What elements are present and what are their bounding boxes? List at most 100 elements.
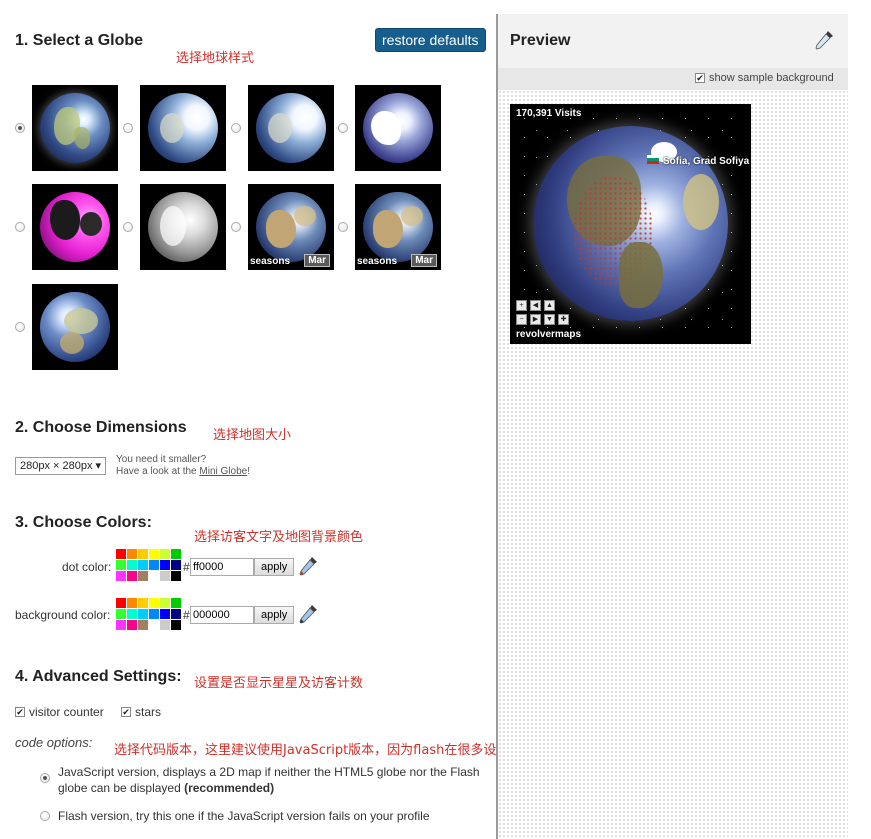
rotate-left-icon[interactable]: ◀	[530, 300, 541, 311]
color-swatch[interactable]	[160, 620, 170, 630]
preview-globe-map[interactable]: 170,391 Visits Sofia, Grad Sofiya + ◀ ▲ …	[510, 104, 751, 344]
color-swatch[interactable]	[160, 609, 170, 619]
rotate-up-icon[interactable]: ▲	[544, 300, 555, 311]
background-color-apply-button[interactable]: apply	[254, 606, 295, 624]
background-color-input[interactable]	[190, 606, 254, 624]
globe-thumbnail	[363, 93, 433, 163]
stars-checkbox[interactable]: ✔	[121, 707, 131, 717]
visitor-location: Sofia, Grad Sofiya	[663, 156, 750, 167]
revolvermaps-brand: revolvermaps	[516, 329, 582, 340]
globe-style-option-3[interactable]	[248, 85, 334, 171]
color-swatch[interactable]	[138, 620, 148, 630]
color-swatch[interactable]	[149, 571, 159, 581]
color-swatch[interactable]	[116, 609, 126, 619]
background-color-palette[interactable]	[116, 598, 182, 630]
dot-color-apply-button[interactable]: apply	[254, 558, 295, 576]
color-swatch[interactable]	[149, 549, 159, 559]
color-swatch[interactable]	[116, 620, 126, 630]
flash-version-option: Flash version, try this one if the JavaS…	[58, 809, 430, 823]
annotation-globe-style: 选择地球样式	[176, 51, 255, 66]
flash-version-radio[interactable]	[40, 811, 50, 821]
color-swatch[interactable]	[138, 609, 148, 619]
color-swatch[interactable]	[116, 560, 126, 570]
globe-style-radio-2[interactable]	[123, 123, 133, 133]
color-swatch[interactable]	[138, 549, 148, 559]
rotate-down-icon[interactable]: ▼	[544, 314, 555, 325]
color-swatch[interactable]	[138, 560, 148, 570]
color-swatch[interactable]	[127, 560, 137, 570]
color-swatch[interactable]	[171, 571, 181, 581]
globe-style-radio-4[interactable]	[338, 123, 348, 133]
seasons-label: seasons	[250, 256, 291, 267]
color-swatch[interactable]	[171, 549, 181, 559]
visits-counter: 170,391 Visits	[516, 108, 582, 119]
dot-color-input[interactable]	[190, 558, 254, 576]
rotate-right-icon[interactable]: ▶	[530, 314, 541, 325]
dot-color-picker-icon[interactable]	[297, 555, 319, 577]
globe-thumbnail	[256, 93, 326, 163]
section-title-dimensions: 2. Choose Dimensions	[15, 419, 187, 436]
globe-thumbnail	[256, 192, 326, 262]
globe-style-radio-8[interactable]	[338, 222, 348, 232]
dimension-select[interactable]: 280px × 280px ▾	[15, 457, 107, 475]
color-swatch[interactable]	[116, 598, 126, 608]
color-swatch[interactable]	[116, 549, 126, 559]
restore-defaults-button[interactable]: restore defaults	[375, 28, 486, 52]
color-swatch[interactable]	[160, 571, 170, 581]
javascript-version-radio[interactable]	[40, 773, 50, 783]
dimension-hint-line1: You need it smaller?	[116, 454, 207, 465]
color-swatch[interactable]	[160, 549, 170, 559]
color-swatch[interactable]	[149, 598, 159, 608]
visitor-counter-checkbox[interactable]: ✔	[15, 707, 25, 717]
color-swatch[interactable]	[127, 598, 137, 608]
section-title-select-globe: 1. Select a Globe	[15, 32, 144, 49]
color-swatch[interactable]	[138, 571, 148, 581]
javascript-option-line1: JavaScript version, displays a 2D map if…	[58, 765, 480, 779]
globe-style-radio-6[interactable]	[123, 222, 133, 232]
globe-style-option-1[interactable]	[32, 85, 118, 171]
zoom-out-icon[interactable]: −	[516, 314, 527, 325]
color-swatch[interactable]	[149, 560, 159, 570]
hint-prefix: Have a look at the	[116, 466, 200, 477]
globe-style-option-8[interactable]: seasons Mar	[355, 184, 441, 270]
color-swatch[interactable]	[171, 609, 181, 619]
globe-style-radio-5[interactable]	[15, 222, 25, 232]
color-swatch[interactable]	[171, 598, 181, 608]
zoom-in-icon[interactable]: +	[516, 300, 527, 311]
color-swatch[interactable]	[127, 549, 137, 559]
dot-color-palette[interactable]	[116, 549, 182, 581]
color-swatch[interactable]	[171, 620, 181, 630]
color-swatch[interactable]	[160, 560, 170, 570]
globe-style-radio-7[interactable]	[231, 222, 241, 232]
background-color-picker-icon[interactable]	[297, 603, 319, 625]
color-swatch[interactable]	[171, 560, 181, 570]
globe-style-radio-1[interactable]	[15, 123, 25, 133]
reset-view-icon[interactable]: ✚	[558, 314, 569, 325]
globe-thumbnail	[40, 93, 110, 163]
globe-style-radio-3[interactable]	[231, 123, 241, 133]
globe-thumbnail	[40, 192, 110, 262]
globe-style-option-4[interactable]	[355, 85, 441, 171]
color-swatch[interactable]	[127, 571, 137, 581]
color-swatch[interactable]	[127, 620, 137, 630]
globe-style-radio-9[interactable]	[15, 322, 25, 332]
globe-style-option-6[interactable]	[140, 184, 226, 270]
dimension-hint-line2: Have a look at the Mini Globe!	[116, 466, 250, 478]
color-swatch[interactable]	[116, 571, 126, 581]
color-swatch[interactable]	[138, 598, 148, 608]
color-swatch[interactable]	[127, 609, 137, 619]
globe-style-option-7[interactable]: seasons Mar	[248, 184, 334, 270]
color-swatch[interactable]	[160, 598, 170, 608]
mini-globe-link[interactable]: Mini Globe	[199, 466, 247, 477]
preview-title: Preview	[510, 32, 571, 49]
preview-color-picker-icon[interactable]	[813, 28, 835, 52]
dot-hash-sign: #	[183, 560, 190, 574]
color-swatch[interactable]	[149, 609, 159, 619]
globe-style-option-5[interactable]	[32, 184, 118, 270]
globe-style-option-2[interactable]	[140, 85, 226, 171]
annotation-map-size: 选择地图大小	[213, 428, 292, 443]
color-swatch[interactable]	[149, 620, 159, 630]
globe-thumbnail	[40, 292, 110, 362]
show-background-checkbox[interactable]: ✔	[695, 73, 705, 83]
globe-style-option-9[interactable]	[32, 284, 118, 370]
